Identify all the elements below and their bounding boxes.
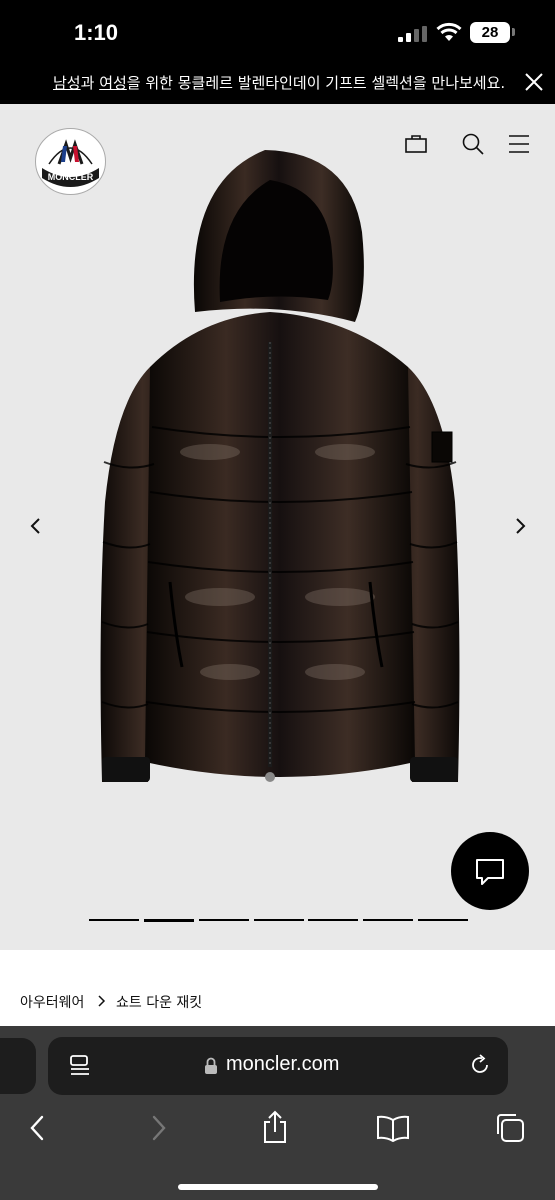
address-bar[interactable]: moncler.com	[48, 1037, 508, 1095]
svg-text:MONCLER: MONCLER	[48, 172, 94, 182]
slide-indicators	[89, 919, 469, 923]
status-bar: 1:10 28	[0, 0, 555, 60]
chevron-right-icon[interactable]	[508, 514, 532, 538]
reload-icon[interactable]	[468, 1053, 492, 1077]
breadcrumb-item-current[interactable]: 쇼트 다운 재킷	[116, 992, 202, 1012]
bookmarks-icon[interactable]	[376, 1114, 410, 1142]
battery-tip	[512, 28, 515, 36]
slide-dot[interactable]	[89, 919, 139, 921]
cellular-signal-icon	[398, 26, 427, 42]
product-image[interactable]	[90, 142, 470, 792]
promo-text: 남성과 여성을 위한 몽클레르 발렌타인데이 기프트 셀렉션을 만나보세요.	[53, 72, 505, 93]
menu-icon[interactable]	[506, 131, 532, 157]
slide-dot[interactable]	[418, 919, 468, 921]
slide-dot[interactable]	[199, 919, 249, 921]
slide-dot[interactable]	[308, 919, 358, 921]
chat-icon	[476, 859, 504, 885]
slide-dot[interactable]	[363, 919, 413, 921]
previous-tab-preview[interactable]	[0, 1038, 36, 1094]
status-time: 1:10	[74, 20, 119, 45]
chevron-right-icon	[98, 995, 106, 1007]
back-icon[interactable]	[26, 1114, 50, 1142]
promo-link-men[interactable]: 남성	[53, 74, 81, 92]
lock-icon	[205, 1057, 217, 1074]
url-text: moncler.com	[226, 1053, 340, 1075]
tabs-icon[interactable]	[494, 1112, 526, 1144]
promo-link-women[interactable]: 여성	[99, 74, 127, 92]
promo-banner: 남성과 여성을 위한 몽클레르 발렌타인데이 기프트 셀렉션을 만나보세요.	[0, 60, 555, 104]
chat-button[interactable]	[451, 832, 529, 910]
slide-dot-active[interactable]	[144, 919, 194, 922]
slide-dot[interactable]	[254, 919, 304, 921]
battery-indicator: 28	[470, 22, 510, 43]
wifi-icon	[436, 22, 462, 41]
breadcrumb: 아우터웨어 쇼트 다운 재킷	[0, 950, 555, 1026]
browser-toolbar: moncler.com	[0, 1026, 555, 1200]
forward-icon	[152, 1115, 166, 1141]
home-indicator	[178, 1184, 378, 1190]
chevron-left-icon[interactable]	[24, 514, 48, 538]
breadcrumb-item[interactable]: 아우터웨어	[20, 992, 84, 1012]
page-menu-icon[interactable]	[68, 1054, 92, 1078]
share-icon[interactable]	[260, 1110, 290, 1144]
product-gallery: MONCLER	[0, 104, 555, 950]
close-icon[interactable]	[520, 68, 548, 96]
promo-text-part: 과	[80, 74, 100, 92]
promo-text-rest: 을 위한 몽클레르 발렌타인데이 기프트 셀렉션을 만나보세요.	[126, 74, 506, 92]
